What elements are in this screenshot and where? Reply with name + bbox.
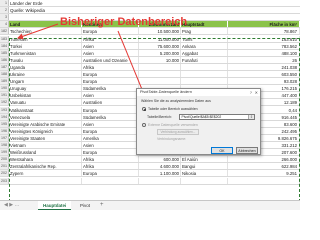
radio-external-source-label[interactable]: Externe Datenquelle verwenden (148, 123, 198, 127)
tab-pivot[interactable]: Pivot (75, 201, 95, 210)
radio-table-range[interactable] (142, 107, 146, 111)
connection-name-label: Verbindungsname: (157, 137, 187, 141)
range-input-value: Pivot!Quelle!$A$5:$E$202 (181, 115, 222, 119)
dialog-prompt: Wählen Sie die zu analysierenden Daten a… (141, 99, 211, 103)
range-field-label: Tabelle/Bereich: (147, 115, 172, 119)
help-icon[interactable]: ? (250, 89, 252, 96)
tab-hauptdatei[interactable]: Hauptdatei (38, 201, 72, 210)
choose-connection-button[interactable]: Verbindung auswählen... (157, 129, 199, 135)
radio-table-range-label[interactable]: Tabelle oder Bereich auswählen (148, 107, 198, 111)
cancel-button[interactable]: Abbrechen (236, 147, 258, 154)
radio-external-source[interactable] (142, 123, 146, 127)
tab-scroll-arrows[interactable]: ◀ ▶ … (4, 201, 19, 210)
ok-button[interactable]: OK (211, 147, 233, 154)
range-input[interactable]: Pivot!Quelle!$A$5:$E$202 ↥ (179, 114, 255, 120)
add-sheet-icon[interactable]: + (100, 201, 104, 210)
collapse-dialog-icon[interactable]: ↥ (248, 115, 254, 119)
dialog-title: PivotTable-Datenquelle ändern (137, 89, 260, 96)
sheet-tab-bar: ◀ ▶ … Hauptdatei Pivot + (0, 200, 300, 210)
change-pivot-source-dialog: PivotTable-Datenquelle ändern ? ✕ Wählen… (136, 88, 261, 155)
close-icon[interactable]: ✕ (255, 89, 258, 96)
